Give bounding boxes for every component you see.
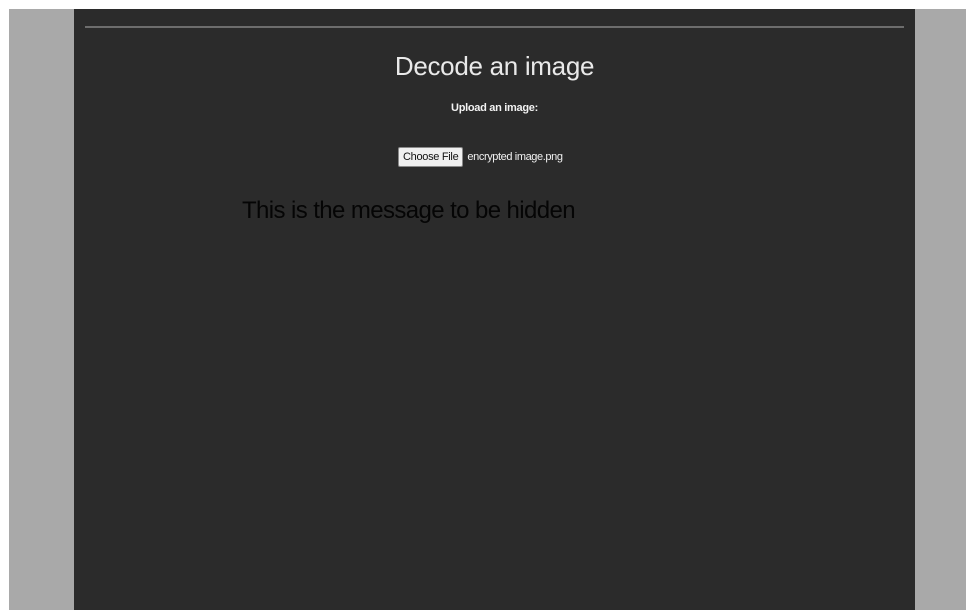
choose-file-button[interactable]: Choose File <box>398 147 464 167</box>
header-divider <box>85 26 904 28</box>
selected-file-name: encrypted image.png <box>467 151 563 163</box>
content-panel: Decode an image Upload an image: Choose … <box>74 9 915 610</box>
decoded-message: This is the message to be hidden <box>242 197 576 224</box>
browser-viewport: Decode an image Upload an image: Choose … <box>0 0 966 610</box>
file-input[interactable]: Choose File encrypted image.png <box>398 146 563 168</box>
page-title: Decode an image <box>394 51 595 81</box>
upload-label: Upload an image: <box>451 102 538 114</box>
